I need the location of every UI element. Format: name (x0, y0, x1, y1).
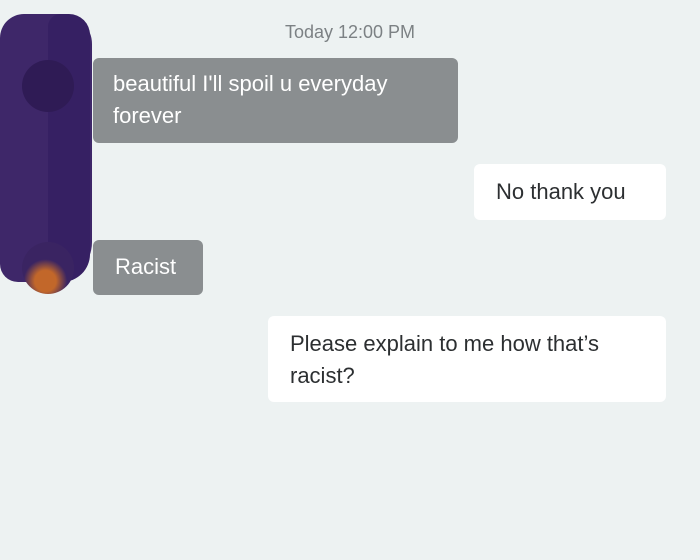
outgoing-message-bubble[interactable]: Please explain to me how that’s racist? (268, 316, 666, 402)
chat-thread: Today 12:00 PM beautiful I'll spoil u ev… (0, 0, 700, 560)
sender-avatar[interactable] (22, 242, 74, 294)
outgoing-message-bubble[interactable]: No thank you (474, 164, 666, 220)
sender-avatar[interactable] (22, 60, 74, 112)
incoming-message-bubble[interactable]: beautiful I'll spoil u everyday forever (93, 58, 458, 143)
incoming-message-bubble[interactable]: Racist (93, 240, 203, 295)
message-timestamp: Today 12:00 PM (284, 22, 416, 42)
